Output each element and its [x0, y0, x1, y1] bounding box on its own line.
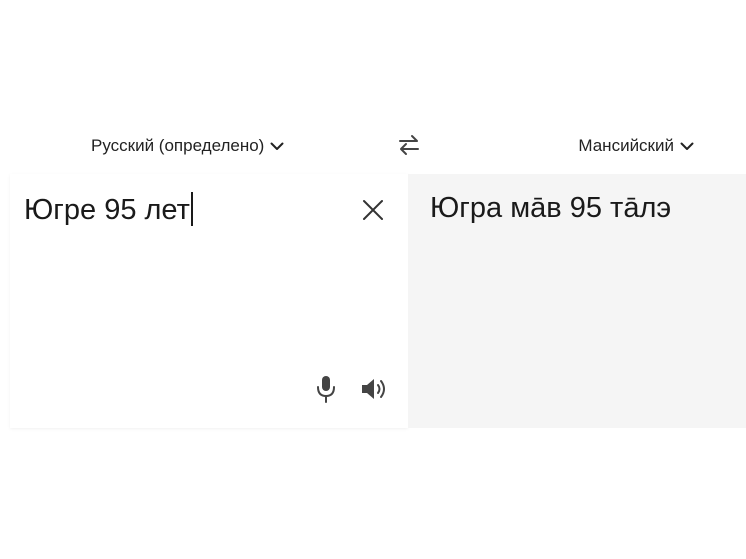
chevron-down-icon	[270, 142, 284, 151]
target-language-label: Мансийский	[578, 136, 674, 155]
source-text-value: Югре 95 лет	[24, 194, 190, 226]
swap-languages-button[interactable]	[394, 132, 424, 162]
swap-icon	[397, 134, 421, 161]
source-language-select[interactable]: Русский (определено)	[91, 136, 284, 156]
clear-button[interactable]	[361, 198, 385, 222]
microphone-icon	[315, 376, 337, 408]
close-icon	[361, 200, 385, 226]
source-language-label: Русский (определено)	[91, 136, 265, 155]
listen-button[interactable]	[360, 376, 390, 402]
source-text-panel[interactable]: Югре 95 лет	[10, 174, 408, 428]
speaker-icon	[360, 379, 390, 406]
translation-result-panel: Югра мāв 95 тāлэ	[408, 174, 746, 428]
text-caret	[190, 192, 193, 226]
target-language-select[interactable]: Мансийский	[578, 136, 694, 156]
translation-panels: Югре 95 лет Югра мāв 95 тāлэ	[10, 174, 746, 428]
translation-result-text: Югра мāв 95 тāлэ	[430, 192, 672, 224]
language-bar: Русский (определено) Мансийский	[0, 128, 746, 166]
translator-page: Русский (определено) Мансийский Югре 95 …	[0, 0, 746, 559]
source-text-input[interactable]: Югре 95 лет	[24, 192, 193, 227]
voice-input-button[interactable]	[315, 374, 337, 404]
chevron-down-icon	[680, 142, 694, 151]
